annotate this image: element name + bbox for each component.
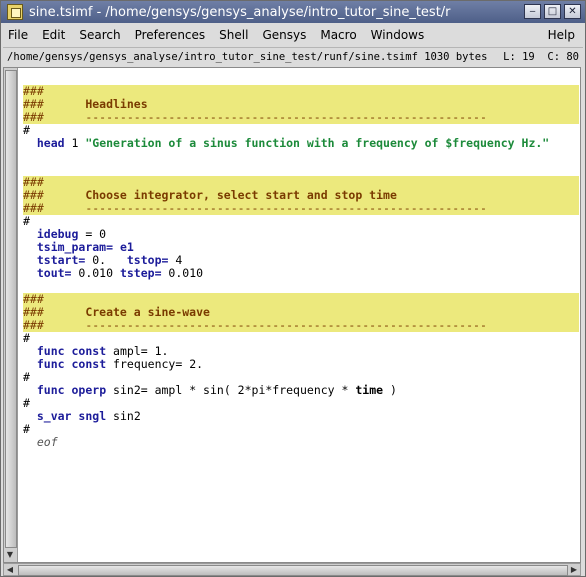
menu-edit[interactable]: Edit [35, 28, 72, 42]
code-line: ### ------------------------------------… [23, 202, 579, 215]
editor-window: sine.tsimf - /home/gensys/gensys_analyse… [0, 0, 586, 577]
menu-help[interactable]: Help [541, 28, 585, 42]
code-line: func operp sin2= ampl * sin( 2*pi*freque… [36, 383, 397, 397]
vertical-scroll-thumb[interactable] [5, 70, 17, 548]
cursor-position: L: 19 C: 80 [503, 51, 579, 63]
menu-file[interactable]: File [1, 28, 35, 42]
code-line: ### ------------------------------------… [23, 319, 579, 332]
code-line: ### ------------------------------------… [23, 111, 579, 124]
menu-search[interactable]: Search [72, 28, 127, 42]
menu-windows[interactable]: Windows [364, 28, 432, 42]
app-icon[interactable] [7, 4, 23, 20]
code-line: s_var sngl sin2 [36, 409, 141, 423]
code-line: # [23, 214, 30, 228]
status-bar: /home/gensys/gensys_analyse/intro_tutor_… [3, 47, 583, 66]
file-path: /home/gensys/gensys_analyse/intro_tutor_… [7, 51, 488, 63]
menu-shell[interactable]: Shell [212, 28, 255, 42]
code-line: eof [36, 435, 58, 449]
menu-macro[interactable]: Macro [313, 28, 363, 42]
section-title: Create a sine-wave [85, 305, 210, 319]
menu-bar: File Edit Search Preferences Shell Gensy… [1, 23, 585, 47]
vertical-scrollbar[interactable]: ▼ [4, 68, 18, 562]
code-line: head 1 "Generation of a sinus function w… [36, 136, 550, 150]
window-title: sine.tsimf - /home/gensys/gensys_analyse… [29, 4, 451, 20]
minimize-button[interactable]: ‒ [524, 4, 541, 19]
section-title: Choose integrator, select start and stop… [85, 188, 397, 202]
title-bar[interactable]: sine.tsimf - /home/gensys/gensys_analyse… [1, 1, 585, 23]
maximize-button[interactable]: □ [544, 4, 561, 19]
horizontal-scroll-thumb[interactable] [18, 565, 568, 576]
code-line: # [23, 422, 30, 436]
code-line: func const frequency= 2. [36, 357, 204, 371]
code-line: tout= 0.010 tstep= 0.010 [36, 266, 204, 280]
close-button[interactable]: ✕ [564, 4, 581, 19]
menu-preferences[interactable]: Preferences [128, 28, 213, 42]
code-content[interactable]: ### ### Headlines ### ------------------… [23, 85, 579, 449]
section-title: Headlines [85, 97, 148, 111]
scroll-down-arrow-icon[interactable]: ▼ [5, 550, 15, 560]
scroll-right-arrow-icon[interactable]: ▶ [568, 564, 580, 575]
horizontal-scrollbar[interactable]: ◀ ▶ [3, 563, 581, 576]
menu-gensys[interactable]: Gensys [255, 28, 313, 42]
scroll-left-arrow-icon[interactable]: ◀ [4, 564, 16, 575]
